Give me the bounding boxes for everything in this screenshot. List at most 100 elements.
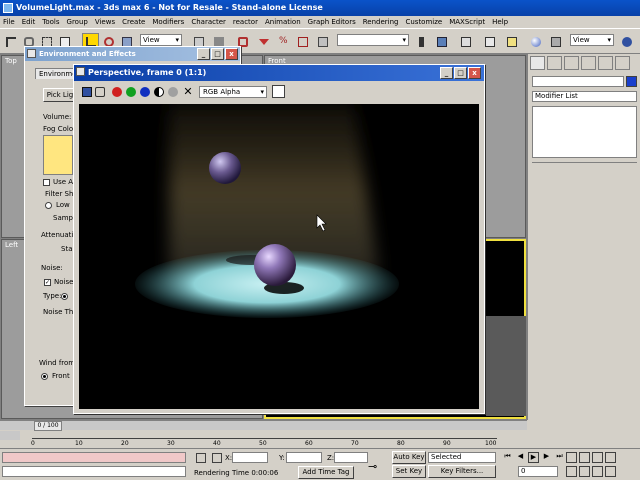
save-bitmap-icon[interactable]: [82, 87, 92, 97]
maxscript-listener-field[interactable]: [2, 452, 186, 463]
use-attenuation-label: Use A: [53, 178, 74, 186]
env-dialog-title-bar: Environment and Effects _ □ x: [25, 47, 240, 61]
y-label: Y:: [279, 454, 285, 462]
green-channel-icon[interactable]: [126, 87, 136, 97]
blue-channel-icon[interactable]: [140, 87, 150, 97]
close-button[interactable]: x: [468, 67, 481, 79]
close-button[interactable]: x: [225, 48, 238, 60]
zoom-extents-icon[interactable]: [592, 452, 603, 463]
minimize-button[interactable]: _: [440, 67, 453, 79]
add-time-tag-button[interactable]: Add Time Tag: [298, 466, 354, 479]
tick-label: 60: [305, 440, 313, 447]
menu-create[interactable]: Create: [122, 18, 145, 26]
modify-tab-icon[interactable]: [547, 56, 562, 70]
pick-light-button[interactable]: Pick Lig: [43, 88, 77, 102]
menu-customize[interactable]: Customize: [405, 18, 442, 26]
menu-character[interactable]: Character: [191, 18, 226, 26]
menu-rendering[interactable]: Rendering: [363, 18, 399, 26]
display-tab-icon[interactable]: [598, 56, 613, 70]
modifier-list-dropdown[interactable]: Modifier List: [532, 91, 637, 102]
mirror-icon[interactable]: [415, 33, 432, 50]
time-slider[interactable]: 0 / 100: [0, 420, 527, 431]
pan-icon[interactable]: [579, 466, 590, 477]
absolute-mode-icon[interactable]: [212, 453, 222, 463]
zoom-icon[interactable]: [566, 452, 577, 463]
clear-icon[interactable]: ✕: [183, 86, 193, 97]
front-radio[interactable]: [41, 373, 48, 380]
named-selection-icon[interactable]: [314, 33, 331, 50]
monochrome-icon[interactable]: [168, 87, 178, 97]
render-type-dropdown[interactable]: View: [570, 34, 614, 46]
alpha-channel-icon[interactable]: [154, 87, 164, 97]
time-slider-thumb[interactable]: 0 / 100: [34, 421, 62, 431]
trackbar-icon[interactable]: [0, 431, 20, 440]
key-mode-dropdown[interactable]: Selected: [428, 452, 496, 463]
previous-frame-icon[interactable]: ◀: [515, 452, 526, 463]
align-icon[interactable]: [433, 33, 450, 50]
percent-snap-icon[interactable]: %: [274, 33, 291, 50]
modifier-stack[interactable]: [532, 106, 637, 158]
menu-help[interactable]: Help: [492, 18, 508, 26]
lock-selection-icon[interactable]: [196, 453, 206, 463]
zoom-extents-all-icon[interactable]: [605, 452, 616, 463]
quick-render-icon[interactable]: [618, 33, 635, 50]
go-to-end-icon[interactable]: ⏭: [554, 452, 565, 463]
render-scene-icon[interactable]: [547, 33, 564, 50]
menu-graph-editors[interactable]: Graph Editors: [308, 18, 356, 26]
next-frame-icon[interactable]: ▶: [541, 452, 552, 463]
menu-maxscript[interactable]: MAXScript: [449, 18, 485, 26]
use-attenuation-checkbox[interactable]: [43, 179, 50, 186]
menu-tools[interactable]: Tools: [42, 18, 59, 26]
maximize-button[interactable]: □: [211, 48, 224, 60]
undo-icon[interactable]: [2, 33, 19, 50]
create-tab-icon[interactable]: [530, 56, 545, 70]
tick-label: 90: [443, 440, 451, 447]
set-key-button[interactable]: Set Key: [392, 465, 426, 478]
menu-edit[interactable]: Edit: [22, 18, 36, 26]
fog-color-swatch[interactable]: [43, 135, 73, 175]
menu-file[interactable]: File: [3, 18, 15, 26]
track-bar[interactable]: 0 10 20 30 40 50 60 70 80 90 100: [0, 431, 527, 448]
channel-dropdown[interactable]: RGB Alpha: [199, 86, 267, 98]
reference-coordinate-dropdown[interactable]: View: [140, 34, 182, 46]
play-icon[interactable]: ▶: [528, 452, 539, 463]
field-of-view-icon[interactable]: [566, 466, 577, 477]
y-coordinate-field[interactable]: [286, 452, 322, 463]
angle-snap-icon[interactable]: [254, 33, 271, 50]
low-radio[interactable]: [45, 202, 52, 209]
app-title-bar: VolumeLight.max - 3ds max 6 - Not for Re…: [0, 0, 640, 16]
red-channel-icon[interactable]: [112, 87, 122, 97]
noise-type-radio[interactable]: [61, 293, 68, 300]
zoom-all-icon[interactable]: [579, 452, 590, 463]
clone-window-icon[interactable]: [95, 87, 105, 97]
maximize-viewport-icon[interactable]: [605, 466, 616, 477]
material-editor-icon[interactable]: [527, 33, 544, 50]
minimize-button[interactable]: _: [197, 48, 210, 60]
spinner-snap-icon[interactable]: [294, 33, 311, 50]
max-icon: [76, 67, 85, 76]
named-selection-sets-dropdown[interactable]: [337, 34, 409, 46]
motion-tab-icon[interactable]: [581, 56, 596, 70]
noise-on-checkbox[interactable]: ✓: [44, 279, 51, 286]
curve-editor-icon[interactable]: [481, 33, 498, 50]
menu-modifiers[interactable]: Modifiers: [152, 18, 184, 26]
arc-rotate-icon[interactable]: [592, 466, 603, 477]
key-filters-button[interactable]: Key Filters...: [428, 465, 496, 478]
z-coordinate-field[interactable]: [334, 452, 368, 463]
object-name-field[interactable]: [532, 76, 624, 87]
menu-views[interactable]: Views: [95, 18, 115, 26]
menu-animation[interactable]: Animation: [265, 18, 301, 26]
hierarchy-tab-icon[interactable]: [564, 56, 579, 70]
menu-group[interactable]: Group: [67, 18, 88, 26]
go-to-start-icon[interactable]: ⏮: [502, 452, 513, 463]
menu-reactor[interactable]: reactor: [233, 18, 258, 26]
schematic-view-icon[interactable]: [503, 33, 520, 50]
object-color-swatch[interactable]: [626, 76, 637, 87]
layer-manager-icon[interactable]: [457, 33, 474, 50]
utilities-tab-icon[interactable]: [615, 56, 630, 70]
pixel-color-swatch: [272, 85, 285, 98]
x-coordinate-field[interactable]: [232, 452, 268, 463]
auto-key-button[interactable]: Auto Key: [392, 451, 426, 464]
maximize-button[interactable]: □: [454, 67, 467, 79]
current-frame-field[interactable]: 0: [518, 466, 558, 477]
